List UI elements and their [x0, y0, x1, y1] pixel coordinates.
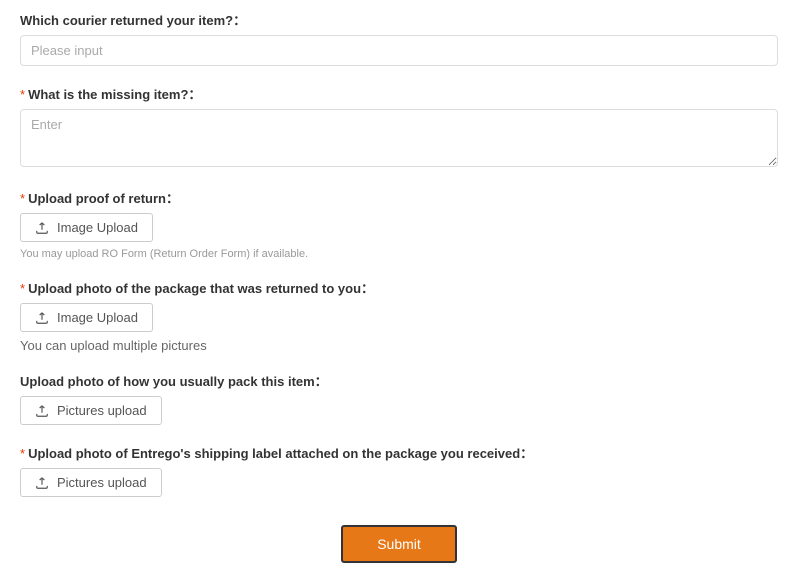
- shipping-label-group: *Upload photo of Entrego's shipping labe…: [20, 443, 778, 497]
- submit-button[interactable]: Submit: [341, 525, 457, 563]
- upload-icon: [35, 221, 49, 235]
- proof-return-upload-text: Image Upload: [57, 220, 138, 235]
- shipping-label-label-text: Upload photo of Entrego's shipping label…: [28, 446, 533, 461]
- missing-item-label: *What is the missing item?：: [20, 84, 778, 103]
- missing-item-textarea[interactable]: [20, 109, 778, 167]
- pack-photo-upload-text: Pictures upload: [57, 403, 147, 418]
- proof-return-label: *Upload proof of return：: [20, 188, 778, 207]
- courier-label: Which courier returned your item?：: [20, 10, 778, 29]
- upload-icon: [35, 476, 49, 490]
- proof-return-upload-button[interactable]: Image Upload: [20, 213, 153, 242]
- pack-photo-upload-button[interactable]: Pictures upload: [20, 396, 162, 425]
- courier-input[interactable]: [20, 35, 778, 66]
- package-photo-upload-button[interactable]: Image Upload: [20, 303, 153, 332]
- required-mark: *: [20, 446, 25, 461]
- package-photo-upload-text: Image Upload: [57, 310, 138, 325]
- proof-return-hint: You may upload RO Form (Return Order For…: [20, 248, 778, 260]
- missing-item-group: *What is the missing item?：: [20, 84, 778, 170]
- pack-photo-label-text: Upload photo of how you usually pack thi…: [20, 374, 328, 389]
- package-photo-label: *Upload photo of the package that was re…: [20, 278, 778, 297]
- pack-photo-label: Upload photo of how you usually pack thi…: [20, 371, 778, 390]
- required-mark: *: [20, 191, 25, 206]
- shipping-label-label: *Upload photo of Entrego's shipping labe…: [20, 443, 778, 462]
- package-photo-group: *Upload photo of the package that was re…: [20, 278, 778, 353]
- proof-return-label-text: Upload proof of return：: [28, 191, 179, 206]
- required-mark: *: [20, 87, 25, 102]
- upload-icon: [35, 404, 49, 418]
- required-mark: *: [20, 281, 25, 296]
- shipping-label-upload-text: Pictures upload: [57, 475, 147, 490]
- courier-group: Which courier returned your item?：: [20, 10, 778, 66]
- package-photo-label-text: Upload photo of the package that was ret…: [28, 281, 374, 296]
- pack-photo-group: Upload photo of how you usually pack thi…: [20, 371, 778, 425]
- submit-container: Submit: [20, 525, 778, 563]
- shipping-label-upload-button[interactable]: Pictures upload: [20, 468, 162, 497]
- upload-icon: [35, 311, 49, 325]
- package-photo-hint: You can upload multiple pictures: [20, 338, 778, 353]
- proof-return-group: *Upload proof of return： Image Upload Yo…: [20, 188, 778, 260]
- courier-label-text: Which courier returned your item?：: [20, 13, 246, 28]
- missing-item-label-text: What is the missing item?：: [28, 87, 201, 102]
